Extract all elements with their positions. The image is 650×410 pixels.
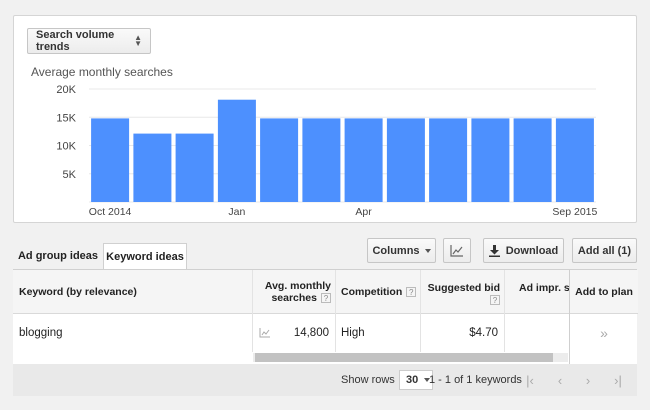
y-tick-label: 20K [56,84,76,96]
suggested-bid-cell: $4.70 [421,314,505,352]
competition-value: High [341,327,365,339]
scrollbar-thumb[interactable] [255,353,553,362]
bar-apr-2015[interactable] [344,118,383,202]
y-tick-label: 15K [56,112,76,124]
header-suggested-bid-label: Suggested bid [427,282,500,294]
rows-per-page-select[interactable]: 30 [399,370,433,390]
tab-keyword-ideas[interactable]: Keyword ideas [103,243,187,270]
ad-impr-share-cell [505,314,569,352]
header-keyword[interactable]: Keyword (by relevance) [13,270,253,314]
add-to-plan-button[interactable]: » [570,314,638,352]
caret-down-icon [424,248,431,253]
header-avg-monthly-searches-text: Avg. monthly searches? [265,280,331,304]
pagination-footer: Show rows 30 1 - 1 of 1 keywords |‹ ‹ › … [13,364,637,396]
last-page-icon[interactable]: ›| [607,370,629,390]
bar-sep-2015[interactable] [555,118,594,202]
table-row: blogging 14,800 High $4.70 [13,314,637,352]
bar-feb-2015[interactable] [260,118,299,202]
bar-jul-2015[interactable] [471,118,510,202]
bar-oct-2014[interactable] [91,118,130,202]
header-avg-line1: Avg. monthly [264,280,331,292]
header-avg-line2: searches [271,292,317,304]
avg-searches-cell: 14,800 [253,314,336,352]
keyword-table: Keyword (by relevance) Avg. monthly sear… [13,269,638,365]
suggested-bid-value: $4.70 [469,327,498,339]
updown-arrows-icon: ▲ ▼ [134,33,142,48]
keyword-cell: blogging [13,314,253,352]
columns-button-label: Columns [372,244,420,257]
header-keyword-label: Keyword (by relevance) [19,286,137,298]
bar-may-2015[interactable] [386,118,425,202]
search-volume-chart-card: 5K 10K 15K 20K Oct 2014 Jan Apr Sep 2015 Search… [13,15,637,223]
keyword-text: blogging [19,327,63,339]
x-tick-label: Apr [355,206,372,218]
bar-jun-2015[interactable] [429,118,468,202]
y-tick-label: 5K [63,169,77,181]
add-to-plan-column: Add to plan » [569,270,638,365]
first-page-icon[interactable]: |‹ [519,370,541,390]
metric-select-label: Search volume trends [36,29,115,53]
range-label: 1 - 1 of 1 keywords [429,374,522,386]
x-tick-label: Oct 2014 [89,206,132,218]
horizontal-scrollbar[interactable] [253,353,568,362]
chart-title: Average monthly searches [31,65,173,79]
x-tick-label: Jan [228,206,245,218]
bar-jan-2015[interactable] [217,99,256,202]
header-competition[interactable]: Competition ? [336,270,421,314]
trend-chart-icon[interactable] [259,328,271,338]
header-ad-impr-label: Ad impr. sh [519,282,569,294]
next-page-icon[interactable]: › [577,370,599,390]
y-tick-label: 10K [56,141,76,153]
download-icon [488,244,500,257]
add-all-button[interactable]: Add all (1) [572,238,637,263]
line-chart-icon [450,244,463,257]
header-avg-monthly-searches[interactable]: Avg. monthly searches? [253,270,336,314]
table-header: Keyword (by relevance) Avg. monthly sear… [13,270,637,314]
download-button[interactable]: Download [483,238,564,263]
help-icon[interactable]: ? [406,287,417,297]
bar-nov-2014[interactable] [133,133,172,202]
bar-mar-2015[interactable] [302,118,341,202]
bar-dec-2014[interactable] [175,133,214,202]
chart-toggle-button[interactable] [443,238,471,263]
header-ad-impr-share[interactable]: Ad impr. sh [505,270,569,314]
header-add-to-plan: Add to plan [570,270,638,314]
prev-page-icon[interactable]: ‹ [549,370,571,390]
show-rows-label: Show rows [341,374,395,386]
help-icon[interactable]: ? [321,293,331,303]
x-tick-label: Sep 2015 [552,206,597,218]
rows-per-page-value: 30 [406,374,419,386]
tab-ad-group-ideas[interactable]: Ad group ideas [13,243,103,269]
help-icon[interactable]: ? [490,295,500,305]
header-suggested-bid[interactable]: Suggested bid ? [421,270,505,314]
download-button-label: Download [505,244,559,257]
avg-searches-value: 14,800 [293,327,329,339]
header-competition-label: Competition [341,286,403,298]
metric-select[interactable]: Search volume trends ▲ ▼ [27,28,151,54]
columns-button[interactable]: Columns [367,238,436,263]
bar-aug-2015[interactable] [513,118,552,202]
competition-cell: High [336,314,421,352]
